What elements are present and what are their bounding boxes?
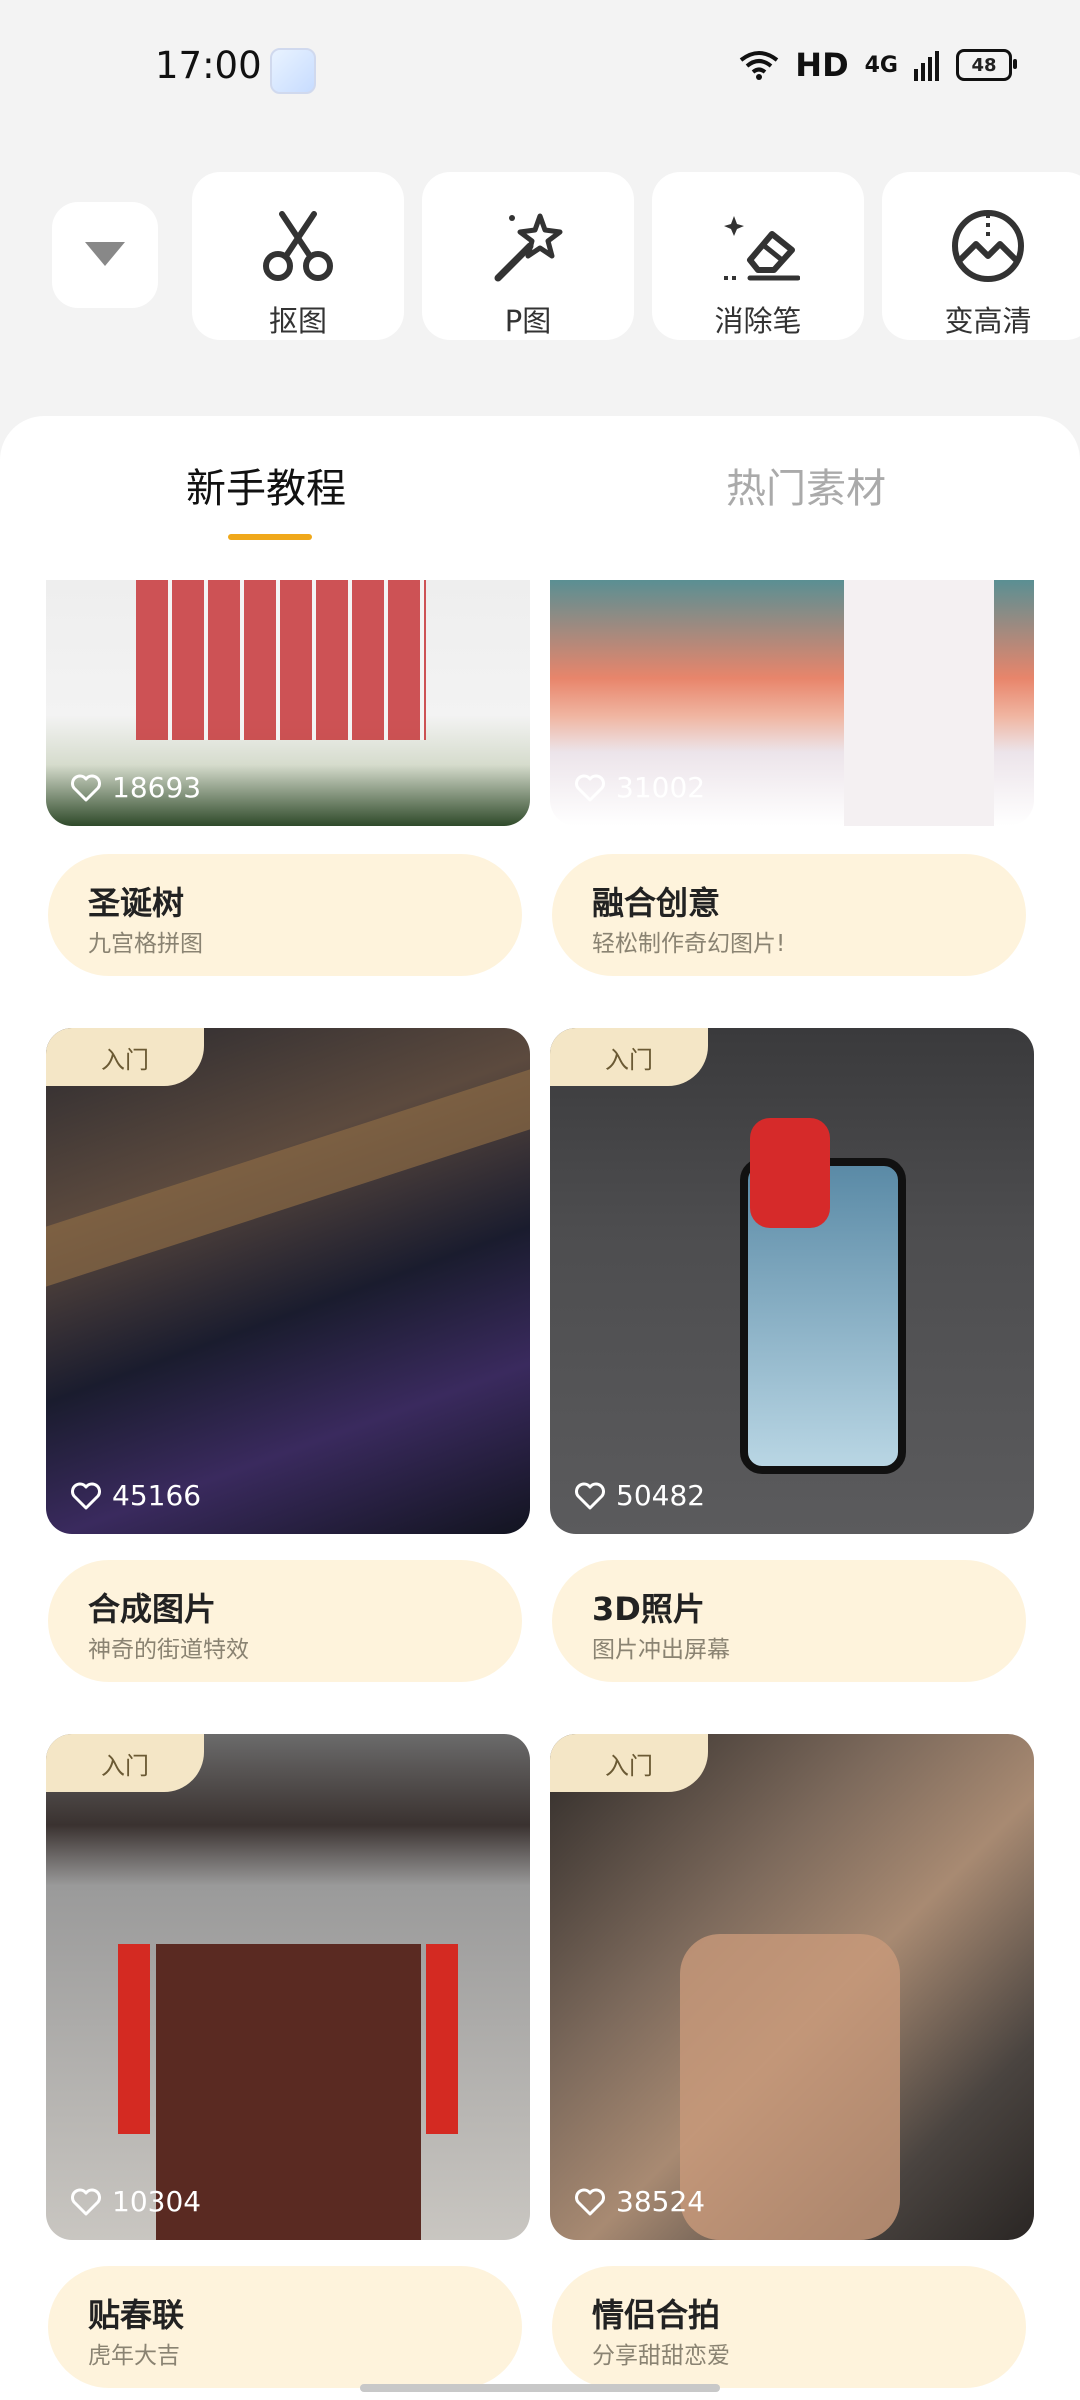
card-info[interactable]: 合成图片 神奇的街道特效	[48, 1560, 522, 1682]
hd-indicator: HD	[795, 46, 849, 84]
signal-icon	[914, 51, 939, 81]
tutorial-panel: 新手教程 热门素材 18693 31002 圣诞树 九宫格拼图 融合创意 轻松制…	[0, 416, 1080, 2400]
card-info[interactable]: 贴春联 虎年大吉	[48, 2266, 522, 2388]
eraser-icon	[724, 216, 800, 281]
enhance-icon	[952, 210, 1024, 282]
network-type: 4G	[864, 52, 898, 78]
level-badge: 入门	[550, 1734, 708, 1792]
like-count: 50482	[574, 1479, 705, 1512]
like-count-value: 38524	[616, 2185, 706, 2218]
couplet-left	[118, 1944, 150, 2134]
app-notification-icon	[270, 48, 316, 94]
level-badge: 入门	[550, 1028, 708, 1086]
heart-icon	[575, 2188, 605, 2215]
collage-image	[136, 580, 426, 740]
heart-icon	[71, 2188, 101, 2215]
expand-tools-button[interactable]	[52, 202, 158, 308]
tools-row: 抠图 P图 消除笔 变高清	[0, 172, 1080, 344]
active-tab-indicator	[228, 534, 312, 540]
card-subtitle: 图片冲出屏幕	[592, 1637, 730, 1663]
skier-image	[750, 1118, 830, 1228]
wifi-icon	[740, 51, 779, 80]
heart-icon	[575, 774, 605, 801]
tool-label: 变高清	[944, 304, 1032, 338]
triangle-down-icon	[85, 242, 125, 266]
tool-p-button[interactable]: P图	[422, 172, 634, 340]
card-title: 情侣合拍	[592, 2296, 721, 2334]
card-title: 3D照片	[592, 1590, 705, 1628]
card-info[interactable]: 3D照片 图片冲出屏幕	[552, 1560, 1026, 1682]
tab-hot-materials[interactable]: 热门素材	[726, 456, 886, 514]
tool-enhance-button[interactable]: 变高清	[882, 172, 1080, 340]
building-image	[844, 580, 994, 826]
level-badge: 入门	[46, 1734, 204, 1792]
like-count: 10304	[70, 2185, 201, 2218]
card-thumbnail[interactable]: 入门 38524	[550, 1734, 1034, 2240]
like-count-value: 50482	[616, 1479, 706, 1512]
battery-icon: 48	[956, 49, 1017, 81]
like-count: 38524	[574, 2185, 705, 2218]
card-thumbnail[interactable]: 入门 45166	[46, 1028, 530, 1534]
scissors-icon	[263, 211, 333, 281]
heart-icon	[71, 1482, 101, 1509]
home-indicator[interactable]	[360, 2384, 720, 2392]
tool-eraser-button[interactable]: 消除笔	[652, 172, 864, 340]
like-count: 18693	[70, 771, 201, 804]
like-count-value: 31002	[616, 771, 706, 804]
card-thumbnail[interactable]: 18693	[46, 580, 530, 826]
status-time: 17:00	[155, 44, 262, 87]
card-info[interactable]: 情侣合拍 分享甜甜恋爱	[552, 2266, 1026, 2388]
tab-beginner-tutorial[interactable]: 新手教程	[186, 456, 346, 514]
card-thumbnail[interactable]: 入门 10304	[46, 1734, 530, 2240]
card-subtitle: 虎年大吉	[88, 2343, 180, 2369]
card-title: 融合创意	[592, 884, 721, 922]
couplet-right	[426, 1944, 458, 2134]
tool-label: 抠图	[268, 304, 327, 338]
card-title: 合成图片	[88, 1590, 217, 1628]
like-count-value: 10304	[112, 2185, 202, 2218]
status-icons: HD 4G 48	[739, 46, 1017, 84]
status-bar: 17:00 HD 4G 48	[0, 0, 1080, 140]
arms-image	[680, 1934, 900, 2240]
magic-wand-icon	[494, 213, 563, 282]
card-info[interactable]: 融合创意 轻松制作奇幻图片!	[552, 854, 1026, 976]
card-info[interactable]: 圣诞树 九宫格拼图	[48, 854, 522, 976]
card-subtitle: 分享甜甜恋爱	[592, 2343, 730, 2369]
heart-icon	[71, 774, 101, 801]
tool-cutout-button[interactable]: 抠图	[192, 172, 404, 340]
like-count-value: 45166	[112, 1479, 202, 1512]
card-thumbnail[interactable]: 31002	[550, 580, 1034, 826]
tool-label: P图	[504, 304, 552, 338]
card-subtitle: 神奇的街道特效	[88, 1637, 249, 1663]
street-image	[46, 1069, 530, 1287]
card-subtitle: 轻松制作奇幻图片!	[592, 931, 786, 957]
level-badge: 入门	[46, 1028, 204, 1086]
like-count: 31002	[574, 771, 705, 804]
card-title: 圣诞树	[88, 884, 185, 922]
like-count: 45166	[70, 1479, 201, 1512]
tool-label: 消除笔	[714, 304, 802, 338]
heart-icon	[575, 1482, 605, 1509]
card-title: 贴春联	[88, 2296, 185, 2334]
card-thumbnail[interactable]: 入门 50482	[550, 1028, 1034, 1534]
like-count-value: 18693	[112, 771, 202, 804]
tab-bar: 新手教程 热门素材	[0, 416, 1080, 546]
card-subtitle: 九宫格拼图	[88, 931, 203, 957]
